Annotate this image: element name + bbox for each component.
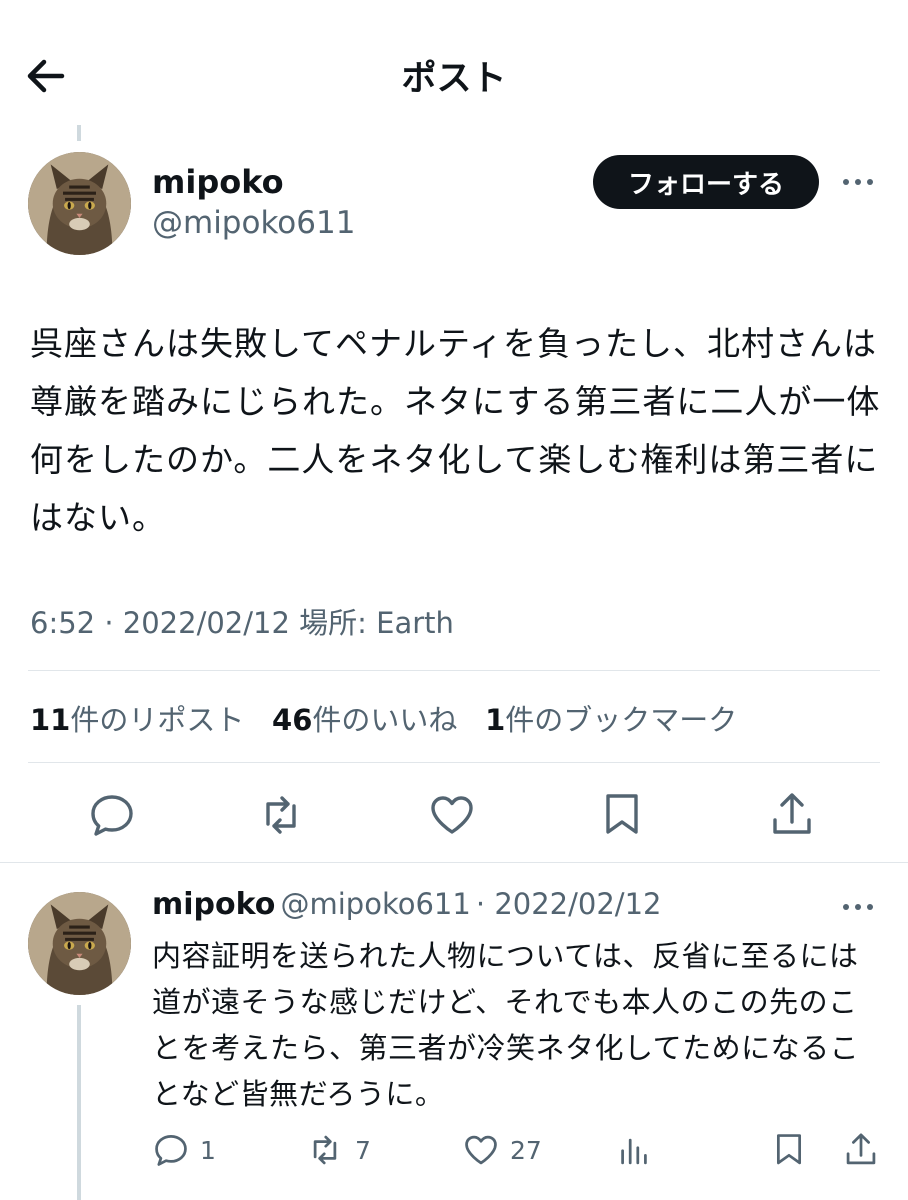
bar-chart-icon bbox=[615, 1131, 653, 1169]
ellipsis-icon[interactable] bbox=[840, 170, 876, 194]
divider bbox=[0, 862, 908, 863]
reply-date[interactable]: · 2022/02/12 bbox=[476, 887, 662, 921]
bookmark-icon bbox=[770, 1131, 808, 1169]
divider bbox=[28, 670, 880, 671]
bookmarks-count: 1 bbox=[485, 703, 506, 737]
repost-count: 7 bbox=[355, 1135, 371, 1165]
likes-count: 46 bbox=[272, 703, 313, 737]
reposts-label: 件のリポスト bbox=[70, 703, 245, 737]
reply-header: mipoko @mipoko611 · 2022/02/12 bbox=[152, 887, 661, 922]
avatar[interactable] bbox=[28, 152, 131, 255]
reply-bookmark-button[interactable] bbox=[770, 1130, 808, 1170]
like-count: 27 bbox=[510, 1135, 542, 1165]
reply-like-button[interactable]: 27 bbox=[462, 1130, 542, 1170]
reply-text: 内容証明を送られた人物については、反省に至るには道が遠そうな感じだけど、それでも… bbox=[152, 939, 860, 1111]
reply-reply-button[interactable]: 1 bbox=[152, 1130, 216, 1170]
bookmarks-label: 件のブックマーク bbox=[505, 703, 738, 737]
bookmark-icon[interactable] bbox=[597, 790, 647, 840]
divider bbox=[28, 762, 880, 763]
reply-repost-button[interactable]: 7 bbox=[305, 1130, 371, 1170]
bookmarks-stat[interactable]: 1件のブックマーク bbox=[485, 703, 737, 737]
reply-icon bbox=[152, 1131, 190, 1169]
post-text: 呉座さんは失敗してペナルティを負ったし、北村さんは尊厳を踏みにじられた。ネタにす… bbox=[30, 324, 881, 537]
reposts-stat[interactable]: 11件のリポスト bbox=[30, 703, 244, 737]
reply-share-button[interactable] bbox=[842, 1130, 880, 1170]
reply-author-name[interactable]: mipoko bbox=[152, 887, 275, 922]
likes-label: 件のいいね bbox=[312, 703, 458, 737]
author-handle[interactable]: @mipoko611 bbox=[152, 205, 355, 241]
post-stats: 11件のリポスト 46件のいいね 1件のブックマーク bbox=[30, 697, 737, 739]
heart-icon bbox=[462, 1131, 500, 1169]
post-timestamp[interactable]: 6:52 · 2022/02/12 場所: Earth bbox=[30, 600, 454, 642]
reply-views-button[interactable] bbox=[615, 1130, 653, 1170]
reply-icon[interactable] bbox=[87, 790, 137, 840]
share-icon bbox=[842, 1131, 880, 1169]
repost-icon bbox=[305, 1131, 345, 1169]
reply-author-handle[interactable]: @mipoko611 bbox=[280, 887, 470, 921]
thread-line bbox=[77, 1005, 81, 1200]
share-icon[interactable] bbox=[767, 790, 817, 840]
repost-icon[interactable] bbox=[256, 790, 306, 840]
reposts-count: 11 bbox=[30, 703, 71, 737]
page-title: ポスト bbox=[401, 59, 507, 99]
heart-icon[interactable] bbox=[427, 790, 477, 840]
author-name[interactable]: mipoko bbox=[152, 163, 284, 201]
ellipsis-icon[interactable] bbox=[840, 895, 876, 919]
thread-line-top bbox=[77, 125, 81, 141]
reply-count: 1 bbox=[200, 1135, 216, 1165]
avatar[interactable] bbox=[28, 892, 131, 995]
follow-button[interactable]: フォローする bbox=[593, 155, 819, 209]
likes-stat[interactable]: 46件のいいね bbox=[272, 703, 457, 737]
